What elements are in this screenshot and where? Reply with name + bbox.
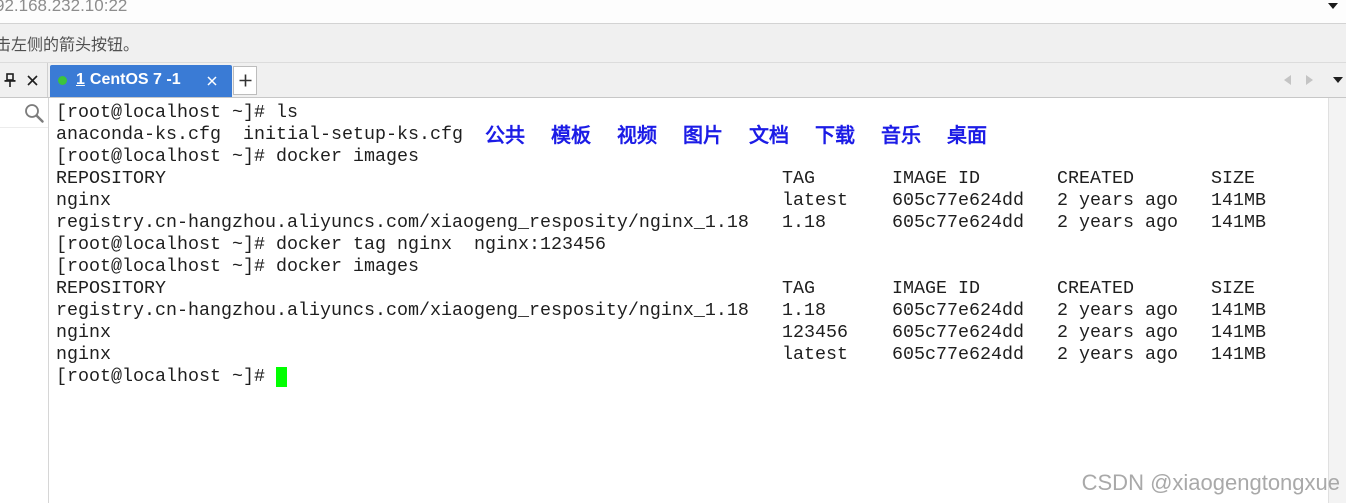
directory-name: 视频	[617, 123, 657, 147]
cell-size: 141MB	[1211, 344, 1266, 365]
cell-size: 141MB	[1211, 300, 1266, 321]
prompt-text: [root@localhost ~]#	[56, 256, 265, 277]
command-text: docker images	[275, 146, 419, 167]
terminal-line: [root@localhost ~]# docker images	[56, 256, 1326, 278]
tab-close-icon[interactable]	[207, 76, 217, 86]
column-header-size: SIZE	[1211, 168, 1255, 189]
table-header: REPOSITORY TAG IMAGE ID CREATED SIZE	[56, 168, 1326, 190]
column-header-tag: TAG	[782, 278, 815, 299]
cell-tag: 1.18	[782, 212, 826, 233]
terminal-scrollbar[interactable]	[1328, 98, 1346, 503]
terminal-input-line[interactable]: [root@localhost ~]#	[56, 366, 1326, 388]
cell-repository: registry.cn-hangzhou.aliyuncs.com/xiaoge…	[56, 212, 749, 233]
terminal-line: [root@localhost ~]# docker images	[56, 146, 1326, 168]
cell-image-id: 605c77e624dd	[892, 190, 1024, 211]
pin-icon[interactable]	[4, 73, 16, 87]
cell-tag: latest	[782, 190, 848, 211]
terminal-app-window: 92.168.232.10:22 击左侧的箭头按钮。 1CentOS 7 -1	[0, 0, 1346, 503]
terminal-area[interactable]: [root@localhost ~]# ls anaconda-ks.cfg i…	[50, 98, 1328, 503]
tab-title: CentOS 7 -1	[89, 71, 181, 88]
file-name: initial-setup-ks.cfg	[243, 124, 463, 145]
cell-created: 2 years ago	[1057, 190, 1178, 211]
ls-output-line: anaconda-ks.cfg initial-setup-ks.cfg 公共 …	[56, 124, 1326, 146]
directory-name: 桌面	[947, 123, 987, 147]
cell-size: 141MB	[1211, 322, 1266, 343]
cell-created: 2 years ago	[1057, 322, 1178, 343]
column-header-created: CREATED	[1057, 278, 1134, 299]
tab-list-dropdown-icon[interactable]	[1333, 77, 1343, 83]
cell-tag: 1.18	[782, 300, 826, 321]
prompt-text: [root@localhost ~]#	[56, 366, 265, 387]
prompt-text: [root@localhost ~]#	[56, 146, 265, 167]
cell-size: 141MB	[1211, 212, 1266, 233]
close-icon[interactable]	[27, 75, 38, 86]
session-panel-controls	[0, 63, 48, 97]
scroll-left-icon[interactable]	[1284, 75, 1291, 85]
column-header-size: SIZE	[1211, 278, 1255, 299]
table-row: registry.cn-hangzhou.aliyuncs.com/xiaoge…	[56, 212, 1326, 234]
cell-image-id: 605c77e624dd	[892, 322, 1024, 343]
scroll-right-icon[interactable]	[1306, 75, 1313, 85]
column-header-repository: REPOSITORY	[56, 278, 166, 299]
tab-label: 1 CentOS 7 -1	[76, 70, 181, 90]
table-row: nginx 123456 605c77e624dd 2 years ago 14…	[56, 322, 1326, 344]
cell-image-id: 605c77e624dd	[892, 212, 1024, 233]
column-header-repository: REPOSITORY	[56, 168, 166, 189]
new-tab-button[interactable]	[233, 66, 257, 95]
command-text: docker tag nginx nginx:123456	[275, 234, 606, 255]
hint-bar: 击左侧的箭头按钮。	[0, 24, 1346, 63]
directory-name: 公共	[485, 123, 525, 147]
directory-name: 文档	[749, 123, 789, 147]
terminal-cursor	[275, 367, 287, 387]
directory-name: 音乐	[881, 123, 921, 147]
cell-repository: nginx	[56, 344, 111, 365]
cell-image-id: 605c77e624dd	[892, 300, 1024, 321]
hint-text: 击左侧的箭头按钮。	[0, 35, 140, 54]
dropdown-arrow-icon[interactable]	[1322, 0, 1344, 14]
cell-tag: latest	[782, 344, 848, 365]
terminal-line: [root@localhost ~]# docker tag nginx ngi…	[56, 234, 1326, 256]
address-bar[interactable]: 92.168.232.10:22	[0, 0, 1346, 24]
session-manager-panel	[0, 98, 49, 503]
table-row: nginx latest 605c77e624dd 2 years ago 14…	[56, 190, 1326, 212]
status-dot-icon	[58, 76, 67, 85]
cell-created: 2 years ago	[1057, 212, 1178, 233]
terminal-line: [root@localhost ~]# ls	[56, 102, 1326, 124]
prompt-text: [root@localhost ~]#	[56, 234, 265, 255]
prompt-text: [root@localhost ~]#	[56, 102, 265, 123]
cell-image-id: 605c77e624dd	[892, 344, 1024, 365]
table-row: nginx latest 605c77e624dd 2 years ago 14…	[56, 344, 1326, 366]
watermark-text: CSDN @xiaogengtongxue	[1081, 470, 1340, 495]
directory-name: 模板	[551, 123, 591, 147]
cell-tag: 123456	[782, 322, 848, 343]
file-name: anaconda-ks.cfg	[56, 124, 221, 145]
tab-centos[interactable]: 1 CentOS 7 -1	[50, 65, 232, 97]
table-header: REPOSITORY TAG IMAGE ID CREATED SIZE	[56, 278, 1326, 300]
cell-created: 2 years ago	[1057, 344, 1178, 365]
cell-created: 2 years ago	[1057, 300, 1178, 321]
column-header-image-id: IMAGE ID	[892, 278, 980, 299]
column-header-image-id: IMAGE ID	[892, 168, 980, 189]
table-row: registry.cn-hangzhou.aliyuncs.com/xiaoge…	[56, 300, 1326, 322]
tab-number: 1	[76, 71, 85, 88]
search-icon[interactable]	[24, 103, 44, 123]
plus-icon	[239, 74, 252, 87]
column-header-created: CREATED	[1057, 168, 1134, 189]
cell-repository: nginx	[56, 190, 111, 211]
command-text: docker images	[275, 256, 419, 277]
cell-repository: nginx	[56, 322, 111, 343]
tab-bar: 1 CentOS 7 -1	[0, 63, 1346, 98]
session-search-input[interactable]	[0, 98, 48, 128]
command-text: ls	[275, 102, 298, 123]
directory-name: 图片	[683, 123, 723, 147]
directory-name: 下载	[815, 123, 855, 147]
cell-size: 141MB	[1211, 190, 1266, 211]
cell-repository: registry.cn-hangzhou.aliyuncs.com/xiaoge…	[56, 300, 749, 321]
column-header-tag: TAG	[782, 168, 815, 189]
session-address[interactable]: 92.168.232.10:22	[0, 0, 127, 16]
terminal-output: [root@localhost ~]# ls anaconda-ks.cfg i…	[56, 102, 1326, 388]
